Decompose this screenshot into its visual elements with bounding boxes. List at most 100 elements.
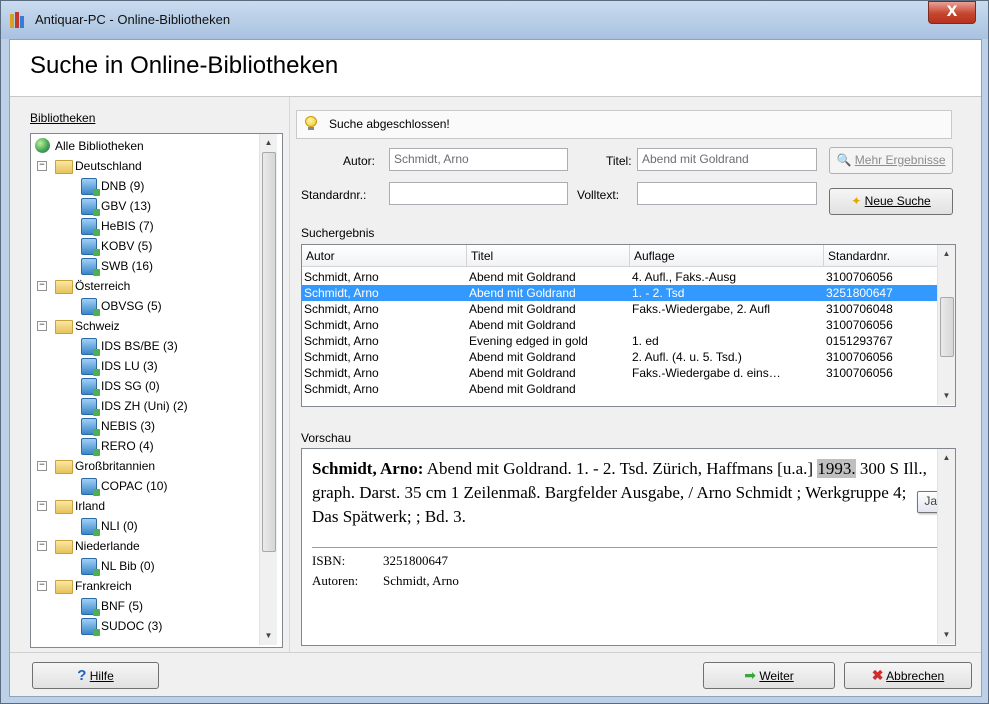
- collapse-icon[interactable]: −: [37, 541, 47, 551]
- table-cell: Faks.-Wiedergabe d. eins…: [632, 366, 781, 380]
- tree-item[interactable]: − Deutschland: [31, 156, 259, 176]
- col-edition[interactable]: Auflage: [630, 245, 824, 267]
- app-window: Antiquar-PC - Online-Bibliotheken X Such…: [0, 0, 989, 704]
- tree-item-label: Alle Bibliotheken: [55, 139, 144, 153]
- tree-item-label: SUDOC (3): [101, 619, 163, 633]
- table-cell: Schmidt, Arno: [304, 286, 379, 300]
- folder-icon: [55, 280, 73, 294]
- tree-item-label: Niederlande: [75, 539, 140, 553]
- tree-item[interactable]: − Großbritannien: [31, 456, 259, 476]
- tree-item[interactable]: IDS BS/BE (3): [31, 336, 259, 356]
- tree-item[interactable]: IDS LU (3): [31, 356, 259, 376]
- database-icon: [81, 238, 100, 256]
- table-cell: 1. - 2. Tsd: [632, 286, 685, 300]
- status-text: Suche abgeschlossen!: [329, 117, 450, 131]
- table-cell: 3100706048: [826, 302, 893, 316]
- collapse-icon[interactable]: −: [37, 461, 47, 471]
- tree-item[interactable]: HeBIS (7): [31, 216, 259, 236]
- tree-item[interactable]: Alle Bibliotheken: [31, 136, 259, 156]
- help-button[interactable]: ? Hilfe: [32, 662, 159, 689]
- database-icon: [81, 598, 100, 616]
- new-search-button[interactable]: ✦ Neue Suche: [829, 188, 953, 215]
- table-row[interactable]: Schmidt, Arno Abend mit Goldrand Faks.-Wie…: [302, 301, 938, 317]
- table-cell: Abend mit Goldrand: [469, 318, 576, 332]
- preview-scroll-up-icon[interactable]: ▲: [938, 449, 955, 466]
- collapse-icon[interactable]: −: [37, 161, 47, 171]
- tree-scrollbar[interactable]: ▲ ▼: [259, 134, 277, 645]
- table-row[interactable]: Schmidt, Arno Evening edged in gold 1. ed 0…: [302, 333, 938, 349]
- tree-item[interactable]: BNF (5): [31, 596, 259, 616]
- preview-panel[interactable]: Schmidt, Arno: Abend mit Goldrand. 1. - …: [301, 448, 956, 646]
- scroll-down-arrow-icon[interactable]: ▼: [260, 627, 277, 644]
- folder-icon: [55, 460, 73, 474]
- collapse-icon[interactable]: −: [37, 581, 47, 591]
- table-cell: Schmidt, Arno: [304, 302, 379, 316]
- tree-item[interactable]: − Frankreich: [31, 576, 259, 596]
- next-label: Weiter: [759, 669, 794, 683]
- fulltext-field[interactable]: [637, 182, 817, 205]
- magnifier-icon: 🔍: [836, 153, 852, 167]
- preview-year: 1993.: [817, 459, 856, 478]
- tree-item[interactable]: − Niederlande: [31, 536, 259, 556]
- libraries-tree[interactable]: Alle Bibliotheken − Deutschland DNB (9) GBV …: [30, 133, 283, 648]
- database-icon: [81, 298, 100, 316]
- tree-item[interactable]: GBV (13): [31, 196, 259, 216]
- tree-item[interactable]: DNB (9): [31, 176, 259, 196]
- tree-item[interactable]: − Österreich: [31, 276, 259, 296]
- next-button[interactable]: ➡ Weiter: [703, 662, 835, 689]
- question-mark-icon: ?: [77, 667, 87, 684]
- results-scroll-down-icon[interactable]: ▼: [938, 387, 955, 404]
- col-title[interactable]: Titel: [467, 245, 630, 267]
- tree-item-label: GBV (13): [101, 199, 152, 213]
- tree-item[interactable]: RERO (4): [31, 436, 259, 456]
- cancel-button[interactable]: ✖ Abbrechen: [844, 662, 972, 689]
- standard-number-field[interactable]: [389, 182, 568, 205]
- results-scroll-thumb[interactable]: [940, 297, 954, 357]
- tree-item-label: NEBIS (3): [101, 419, 156, 433]
- col-author[interactable]: Autor: [302, 245, 467, 267]
- table-cell: 4. Aufl., Faks.-Ausg: [632, 270, 737, 284]
- tree-item[interactable]: SWB (16): [31, 256, 259, 276]
- table-row[interactable]: Schmidt, Arno Abend mit Goldrand 4. Aufl.,…: [302, 269, 938, 285]
- dialog-client: Suche in Online-Bibliotheken Bibliotheke…: [9, 39, 982, 697]
- preview-scrollbar[interactable]: ▲ ▼: [937, 449, 955, 644]
- table-row[interactable]: Schmidt, Arno Abend mit Goldrand 2. Aufl. …: [302, 349, 938, 365]
- tree-item[interactable]: COPAC (10): [31, 476, 259, 496]
- table-row[interactable]: Schmidt, Arno Abend mit Goldrand: [302, 381, 938, 397]
- table-cell: Schmidt, Arno: [304, 318, 379, 332]
- collapse-icon[interactable]: −: [37, 281, 47, 291]
- tree-scroll-thumb[interactable]: [262, 152, 276, 552]
- more-results-button[interactable]: 🔍 Mehr Ergebnisse: [829, 147, 953, 174]
- tree-item[interactable]: SUDOC (3): [31, 616, 259, 636]
- table-row[interactable]: Schmidt, Arno Abend mit Goldrand Faks.-Wie…: [302, 365, 938, 381]
- col-standard-number[interactable]: Standardnr.: [824, 245, 938, 267]
- author-field[interactable]: Schmidt, Arno: [389, 148, 568, 171]
- collapse-icon[interactable]: −: [37, 321, 47, 331]
- results-scroll-up-icon[interactable]: ▲: [938, 245, 955, 262]
- table-row[interactable]: Schmidt, Arno Abend mit Goldrand 310070605…: [302, 317, 938, 333]
- results-scrollbar[interactable]: ▲ ▼: [937, 245, 955, 405]
- tree-item[interactable]: − Irland: [31, 496, 259, 516]
- scroll-up-arrow-icon[interactable]: ▲: [260, 134, 277, 151]
- tree-item[interactable]: IDS ZH (Uni) (2): [31, 396, 259, 416]
- preview-scroll-down-icon[interactable]: ▼: [938, 626, 955, 643]
- collapse-icon[interactable]: −: [37, 501, 47, 511]
- title-bar[interactable]: Antiquar-PC - Online-Bibliotheken X: [1, 1, 988, 39]
- tree-item[interactable]: IDS SG (0): [31, 376, 259, 396]
- close-button[interactable]: X: [928, 1, 976, 24]
- title-field[interactable]: Abend mit Goldrand: [637, 148, 817, 171]
- tree-item[interactable]: KOBV (5): [31, 236, 259, 256]
- database-icon: [81, 198, 100, 216]
- table-row[interactable]: Schmidt, Arno Abend mit Goldrand 1. - 2. T…: [302, 285, 938, 301]
- cancel-label: Abbrechen: [886, 669, 945, 683]
- results-table[interactable]: Autor Titel Auflage Standardnr. Schmidt,…: [301, 244, 956, 407]
- database-icon: [81, 398, 100, 416]
- tree-item[interactable]: NL Bib (0): [31, 556, 259, 576]
- table-cell: Abend mit Goldrand: [469, 302, 576, 316]
- isbn-value: 3251800647: [383, 553, 448, 568]
- tree-item[interactable]: OBVSG (5): [31, 296, 259, 316]
- table-cell: Abend mit Goldrand: [469, 382, 576, 396]
- tree-item[interactable]: NEBIS (3): [31, 416, 259, 436]
- tree-item[interactable]: NLI (0): [31, 516, 259, 536]
- tree-item[interactable]: − Schweiz: [31, 316, 259, 336]
